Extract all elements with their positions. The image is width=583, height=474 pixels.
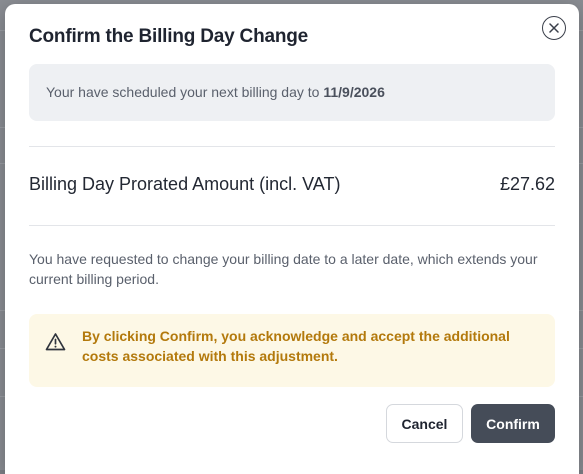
info-text: Your have scheduled your next billing da… [46,84,324,100]
change-description: You have requested to change your billin… [29,251,538,287]
prorated-amount-value: £27.62 [499,174,555,194]
next-billing-date: 11/9/2026 [323,84,385,100]
close-icon [549,23,559,33]
confirm-button[interactable]: Confirm [471,404,555,443]
scheduled-date-info: Your have scheduled your next billing da… [29,64,555,121]
warning-text: By clicking Confirm, you acknowledge and… [82,328,510,364]
divider [29,146,555,147]
prorated-amount-label: Billing Day Prorated Amount (incl. VAT) [29,174,341,194]
modal-title: Confirm the Billing Day Change [29,26,309,47]
warning-triangle-icon [45,333,66,351]
cancel-button[interactable]: Cancel [386,404,463,443]
warning-notice: By clicking Confirm, you acknowledge and… [29,314,555,387]
confirm-billing-day-modal: Confirm the Billing Day Change Your have… [5,4,579,474]
divider [29,225,555,226]
close-button[interactable] [542,16,566,40]
